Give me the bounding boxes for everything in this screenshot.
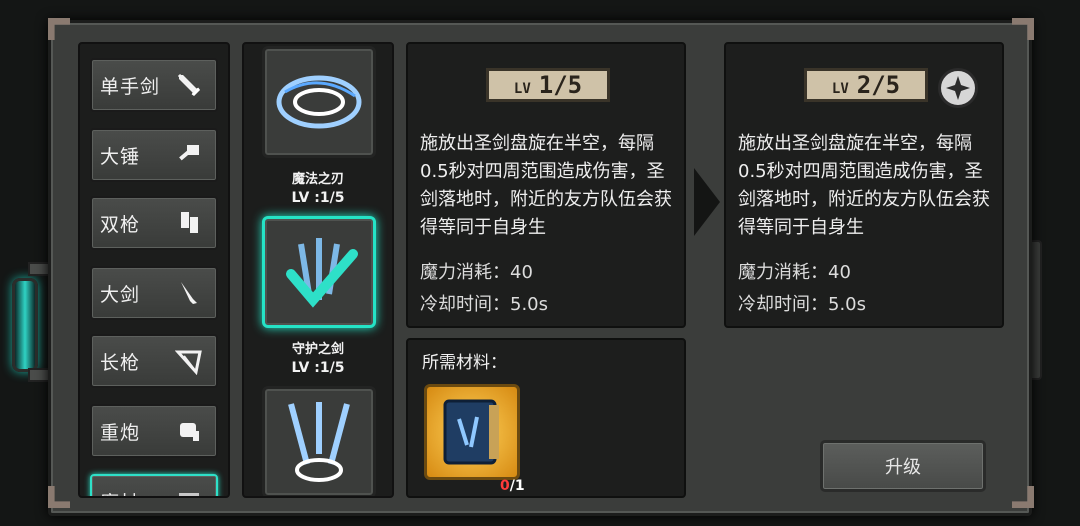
category-hammer[interactable]: 大锤 [90,128,218,182]
holy-burst-icon [288,402,350,482]
current-level-panel: LV 1/5 施放出圣剑盘旋在半空，每隔0.5秒对四周范围造成伤害，圣剑落地时，… [406,42,686,328]
category-sword[interactable]: 单手剑 [90,58,218,112]
star-icon [946,76,970,100]
level-tag: LV 1/5 [486,68,610,102]
skill-level: LV :1/5 [291,360,345,376]
hammer-icon [174,140,204,170]
sword-icon [174,70,204,100]
category-dual-guns[interactable]: 双枪 [90,196,218,250]
category-label: 重炮 [100,421,141,444]
pipe-decoration [28,368,50,382]
pipe-decoration [28,262,50,276]
dual-guns-icon [174,208,204,238]
category-greatsword[interactable]: 大剑 [90,266,218,320]
material-owned: 0 [500,478,510,494]
skill-description: 施放出圣剑盘旋在半空，每隔0.5秒对四周范围造成伤害，圣剑落地时，附近的友方队伍… [738,133,990,238]
greatsword-icon [174,278,204,308]
category-label: 大剑 [100,283,141,306]
material-slot[interactable] [424,384,520,480]
cannon-icon [174,416,204,446]
upgrade-button[interactable]: 升级 [820,440,986,492]
level-value: 1/5 [538,71,583,99]
arrow-right-icon [694,168,720,236]
level-prefix: LV [831,81,849,97]
weapon-category-list: 单手剑 大锤 双枪 大剑 长枪 重炮 魔杖 [78,42,230,498]
info-star-button[interactable] [938,68,978,108]
skill-level: LV :1/5 [291,190,345,206]
materials-panel: 所需材料： 0/1 [406,338,686,498]
skill-card-magic-blade[interactable] [262,46,376,158]
category-wand[interactable]: 魔杖 [90,474,218,497]
material-required: /1 [509,478,525,494]
spellbook-icon [443,399,499,465]
glowing-tube-decoration [12,278,38,372]
cooldown-time: 冷却时间：5.0s [420,294,549,315]
level-prefix: LV [513,81,531,97]
category-label: 魔杖 [100,488,140,497]
level-value: 2/5 [856,71,901,99]
skill-name: 魔法之刃 [291,172,344,187]
skill-name: 守护之剑 [291,342,344,357]
material-count: 0/1 [500,478,525,494]
materials-title: 所需材料： [422,353,507,373]
skill-list: 魔法之刃 LV :1/5 守护之剑 LV :1/5 [242,42,394,498]
category-spear[interactable]: 长枪 [90,334,218,388]
category-label: 单手剑 [100,75,161,98]
category-label: 大锤 [100,145,141,168]
category-label: 长枪 [100,351,141,374]
mana-cost: 魔力消耗：40 [420,262,533,283]
skill-description: 施放出圣剑盘旋在半空，每隔0.5秒对四周范围造成伤害，圣剑落地时，附近的友方队伍… [420,133,672,238]
spear-icon [174,346,204,376]
cooldown-time: 冷却时间：5.0s [738,294,867,315]
guardian-sword-icon [286,238,358,308]
skill-card-guardian-sword[interactable] [262,216,376,328]
skill-card-holy-burst[interactable] [262,386,376,496]
wand-icon [174,486,204,496]
mana-cost: 魔力消耗：40 [738,262,851,283]
level-tag: LV 2/5 [804,68,928,102]
category-cannon[interactable]: 重炮 [90,404,218,458]
category-label: 双枪 [100,213,141,236]
next-level-panel: LV 2/5 施放出圣剑盘旋在半空，每隔0.5秒对四周范围造成伤害，圣剑落地时，… [724,42,1004,328]
magic-blade-icon [276,75,362,129]
